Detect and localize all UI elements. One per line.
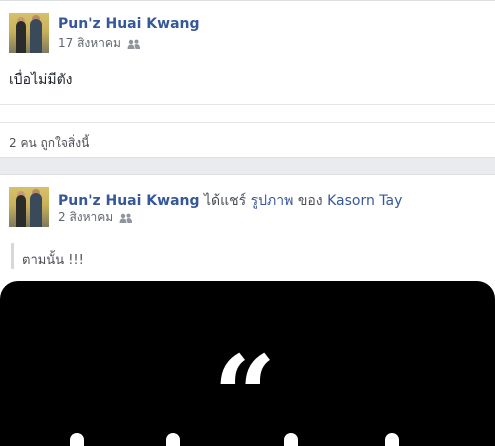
quote-glyph: “: [213, 331, 277, 446]
post-meta: 2 สิงหาคม: [58, 208, 133, 227]
author-name-link[interactable]: Pun'z Huai Kwang: [58, 16, 200, 32]
post-date-link[interactable]: 17 สิงหาคม: [58, 36, 121, 50]
post-date-link[interactable]: 2 สิงหาคม: [58, 210, 113, 224]
photo-text-fragment: [70, 433, 84, 446]
post-text: เบื่อไม่มีตัง: [9, 72, 73, 88]
shared-photo-link[interactable]: รูปภาพ: [251, 193, 294, 209]
photo-text-fragment: [284, 433, 298, 446]
shared-photo[interactable]: “: [0, 281, 495, 446]
post-card: Pun'z Huai Kwang ได้แชร์ รูปภาพ ของ Kaso…: [0, 174, 495, 446]
shared-text: ได้แชร์: [203, 193, 247, 209]
author-line: Pun'z Huai Kwang: [58, 16, 200, 32]
of-text: ของ: [297, 193, 323, 209]
post-divider: [0, 104, 495, 105]
author-avatar[interactable]: [9, 187, 49, 227]
likes-count[interactable]: 2 คน ถูกใจสิ่งนี้: [9, 134, 89, 153]
author-avatar[interactable]: [9, 13, 49, 53]
quote-bar: [11, 243, 14, 269]
post-divider: [0, 122, 495, 123]
photo-text-fragment: [166, 433, 180, 446]
author-name-link[interactable]: Pun'z Huai Kwang: [58, 193, 200, 209]
photo-text-fragment: [385, 433, 399, 446]
photo-owner-link[interactable]: Kasorn Tay: [327, 193, 402, 209]
share-quote: ตามนั้น !!!: [22, 253, 84, 268]
friends-icon[interactable]: [127, 39, 141, 49]
post-card: Pun'z Huai Kwang 17 สิงหาคม เบื่อไม่มีตั…: [0, 0, 495, 158]
post-meta: 17 สิงหาคม: [58, 34, 141, 53]
friends-icon[interactable]: [119, 213, 133, 223]
